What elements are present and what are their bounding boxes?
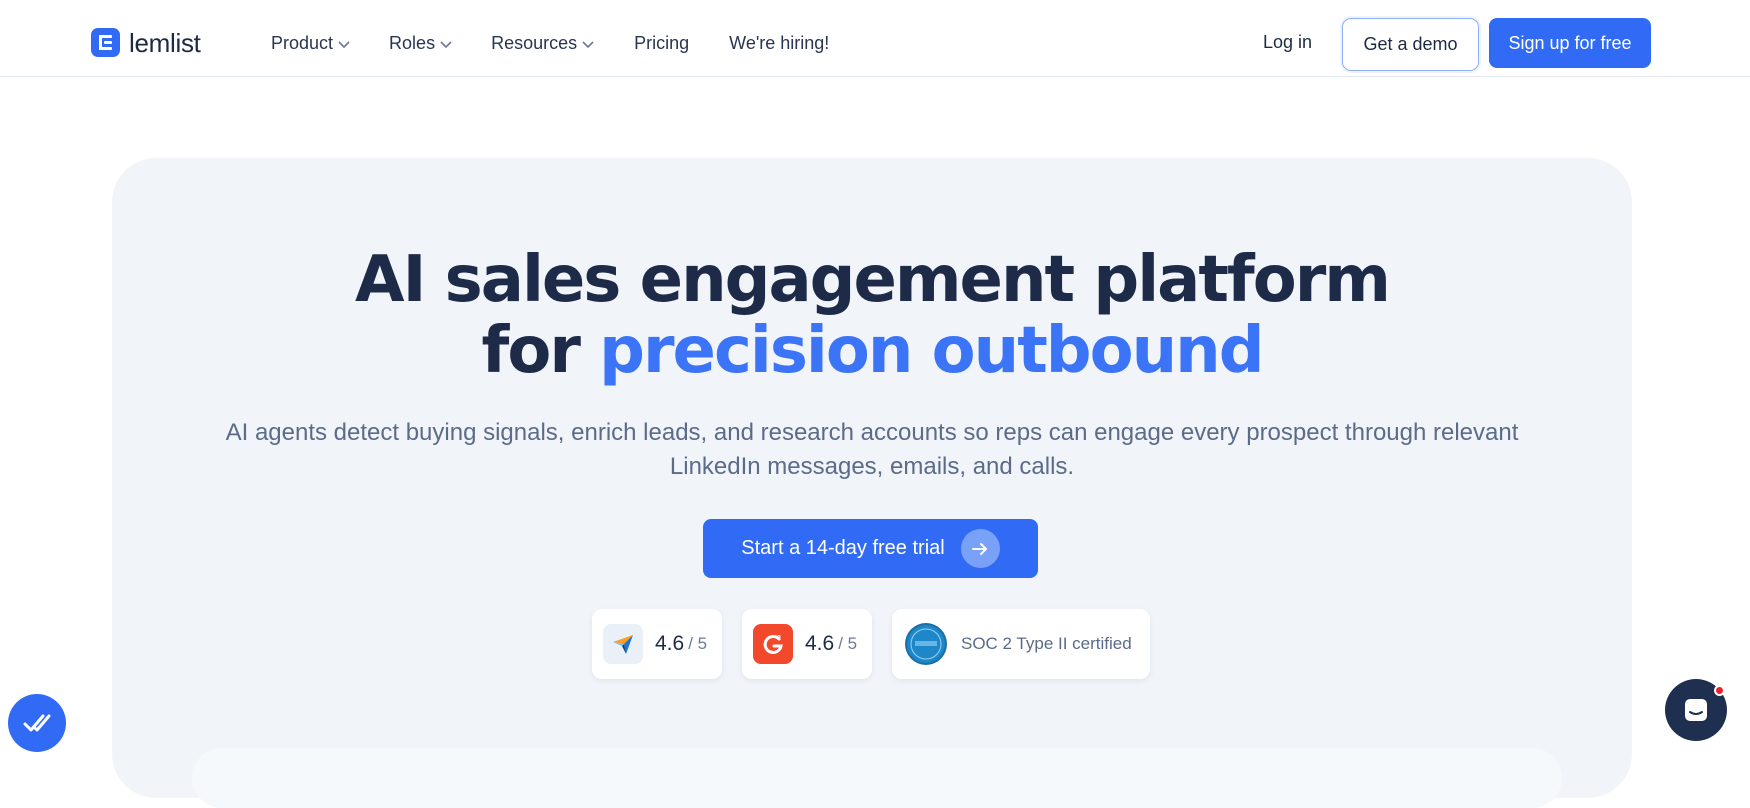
hero-preview-card (192, 748, 1562, 808)
logo[interactable]: lemlist (91, 28, 201, 57)
hero-subtitle-line2: LinkedIn messages, emails, and calls. (669, 453, 1075, 480)
hero-subtitle: AI agents detect buying signals, enrich … (172, 416, 1572, 484)
capterra-score: 4.6 (655, 632, 685, 655)
free-trial-button[interactable]: Start a 14-day free trial (703, 519, 1038, 578)
logo-text: lemlist (129, 27, 201, 58)
hero-title-prefix: for (481, 314, 600, 388)
g2-scale: / 5 (838, 634, 858, 653)
nav-item-label: Resources (491, 33, 578, 53)
soc2-badge: SOC 2 Type II certified (892, 609, 1150, 679)
signup-button[interactable]: Sign up for free (1489, 18, 1651, 68)
lemlist-logo-icon (91, 28, 120, 57)
nav-item-label: Pricing (634, 33, 690, 53)
main-nav: Product Roles Resources Pricing We're hi… (271, 33, 829, 54)
free-trial-label: Start a 14-day free trial (741, 537, 945, 559)
login-link[interactable]: Log in (1263, 32, 1312, 53)
hero-title-accent: precision outbound (599, 314, 1264, 388)
capterra-icon (603, 624, 643, 664)
g2-score: 4.6 (805, 632, 835, 655)
chevron-down-icon (338, 40, 350, 48)
soc2-label: SOC 2 Type II certified (961, 634, 1132, 653)
nav-item-resources[interactable]: Resources (491, 33, 595, 54)
hero-title-line1: AI sales engagement platform (355, 243, 1391, 317)
arrow-right-icon (960, 529, 1000, 568)
hero-section: AI sales engagement platform for precisi… (112, 158, 1632, 808)
hero-title: AI sales engagement platform for precisi… (112, 245, 1632, 387)
aicpa-soc-icon (905, 623, 947, 665)
nav-item-label: Product (271, 33, 334, 53)
chevron-down-icon (582, 40, 594, 48)
nav-item-hiring[interactable]: We're hiring! (729, 33, 829, 54)
hero-subtitle-line1: AI agents detect buying signals, enrich … (225, 419, 1519, 446)
double-check-icon (23, 714, 51, 732)
checklist-widget-button[interactable] (8, 694, 66, 752)
capterra-scale: / 5 (688, 634, 708, 653)
nav-item-pricing[interactable]: Pricing (634, 33, 689, 54)
g2-icon: 2 (753, 624, 793, 664)
nav-item-label: Roles (389, 33, 436, 53)
capterra-rating-badge: 4.6 / 5 (592, 609, 722, 679)
notification-dot (1714, 685, 1725, 696)
site-header: lemlist Product Roles Resources Pricing … (0, 0, 1750, 77)
chevron-down-icon (440, 40, 452, 48)
chat-icon (1685, 699, 1707, 721)
svg-text:2: 2 (777, 635, 781, 642)
g2-rating-badge: 2 4.6 / 5 (742, 609, 872, 679)
get-demo-button[interactable]: Get a demo (1342, 18, 1479, 71)
nav-item-product[interactable]: Product (271, 33, 351, 54)
nav-item-roles[interactable]: Roles (389, 33, 453, 54)
nav-item-label: We're hiring! (729, 33, 830, 53)
